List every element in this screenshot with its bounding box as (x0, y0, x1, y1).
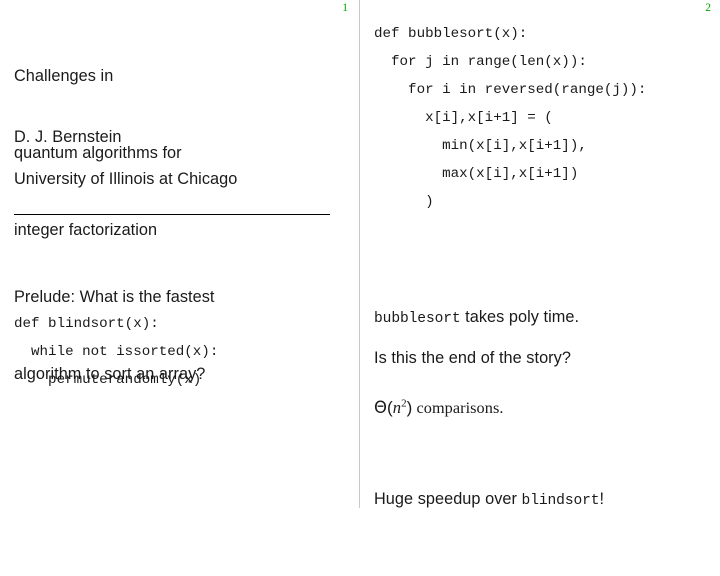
title-line-1: Challenges in (14, 67, 114, 85)
closing-question: Is this the end of the story? (374, 349, 571, 367)
author-name: D. J. Bernstein (14, 128, 122, 146)
variable-n: n (392, 398, 402, 417)
comparisons-text: comparisons. (412, 398, 504, 417)
blindsort-code-block: def blindsort(x): while not issorted(x):… (14, 316, 219, 388)
slide-1: 1 Challenges in quantum algorithms for i… (0, 0, 360, 540)
note-line-speedup: Huge speedup over blindsort! (374, 485, 720, 513)
affiliation: University of Illinois at Chicago (14, 170, 238, 188)
page-number-left: 1 (342, 2, 348, 14)
analysis-notes: bubblesort takes poly time. Θ(n2) compar… (374, 240, 720, 576)
poly-time-text: takes poly time. (460, 308, 580, 326)
bubblesort-inline-code: bubblesort (374, 311, 461, 327)
note-line-poly-time: bubblesort takes poly time. (374, 303, 720, 331)
slide-2: 2 def bubblesort(x): for j in range(len(… (360, 0, 720, 540)
page-number-right: 2 (705, 2, 711, 14)
bubblesort-code-block: def bubblesort(x): for j in range(len(x)… (374, 26, 647, 210)
blindsort-inline-code: blindsort (521, 493, 600, 509)
speedup-text-prefix: Huge speedup over (374, 490, 522, 508)
handout-slide-pair: 1 Challenges in quantum algorithms for i… (0, 0, 720, 540)
horizontal-rule (14, 214, 330, 215)
speedup-text-suffix: ! (599, 490, 605, 508)
note-line-comparisons: Θ(n2) comparisons. (374, 394, 720, 422)
theta-symbol: Θ (374, 398, 388, 417)
